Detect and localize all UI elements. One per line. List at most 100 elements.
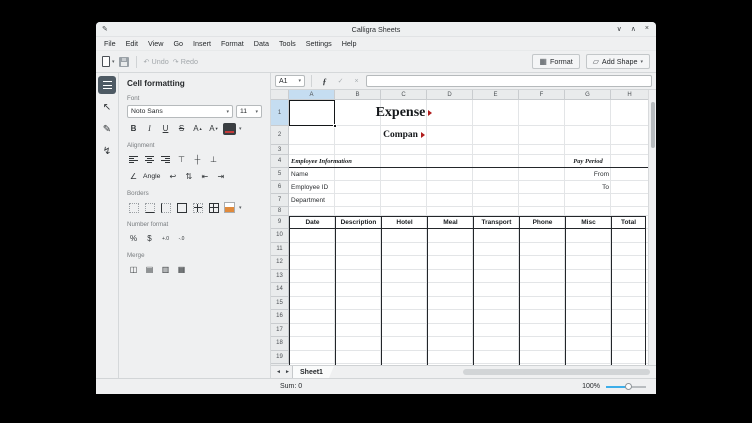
- row-header-3[interactable]: 3: [271, 145, 289, 155]
- dissociate-cells-button[interactable]: ▦: [175, 263, 188, 276]
- italic-button[interactable]: I: [143, 122, 156, 135]
- row-header-12[interactable]: 12: [271, 256, 289, 270]
- column-header-e[interactable]: E: [473, 90, 519, 99]
- font-family-select[interactable]: Noto Sans ▾: [127, 105, 233, 118]
- sheet-row-2[interactable]: Compan: [289, 126, 648, 145]
- cancel-formula-button[interactable]: ×: [350, 75, 363, 88]
- row-header-2[interactable]: 2: [271, 126, 289, 145]
- row-header-16[interactable]: 16: [271, 310, 289, 324]
- border-bottom-button[interactable]: [143, 201, 156, 214]
- strikethrough-button[interactable]: S: [175, 122, 188, 135]
- menu-help[interactable]: Help: [337, 39, 362, 48]
- select-all-corner[interactable]: [271, 90, 289, 99]
- border-color-button[interactable]: [223, 201, 236, 214]
- menu-data[interactable]: Data: [249, 39, 274, 48]
- menu-file[interactable]: File: [99, 39, 121, 48]
- column-header-c[interactable]: C: [381, 90, 427, 99]
- sheet-grid[interactable]: ABCDEFGH 1 2 3 4 5 6 7 8 9 10 11 12 13 14 15 16 17 18 19 E…: [271, 90, 648, 365]
- zoom-slider-handle[interactable]: [624, 383, 632, 390]
- sheet-row-5[interactable]: Name From: [289, 168, 648, 181]
- close-button[interactable]: ×: [645, 25, 649, 33]
- sheet-row-16[interactable]: [289, 310, 648, 324]
- grow-font-button[interactable]: A ▴: [191, 122, 204, 135]
- column-header-h[interactable]: H: [611, 90, 648, 99]
- vertical-text-button[interactable]: ⇅: [182, 170, 195, 183]
- row-header-7[interactable]: 7: [271, 194, 289, 207]
- menu-view[interactable]: View: [143, 39, 168, 48]
- row-header-9[interactable]: 9: [271, 216, 289, 229]
- row-header-19[interactable]: 19: [271, 350, 289, 364]
- insert-function-button[interactable]: ƒ: [318, 75, 331, 88]
- vertical-scrollbar-thumb[interactable]: [650, 102, 655, 148]
- sheet-row-19[interactable]: [289, 351, 648, 364]
- sheet-row-6[interactable]: Employee ID To: [289, 181, 648, 194]
- decrease-precision-button[interactable]: -.0: [175, 232, 188, 245]
- horizontal-scrollbar-thumb[interactable]: [462, 369, 650, 375]
- border-all-button[interactable]: [207, 201, 220, 214]
- next-sheet-button[interactable]: ►: [283, 369, 292, 375]
- sheet-row-4[interactable]: Employee Information Pay Period: [289, 155, 648, 168]
- border-color-dropdown-icon[interactable]: ▾: [239, 205, 242, 211]
- horizontal-scrollbar[interactable]: [334, 366, 656, 378]
- minimize-button[interactable]: ∨: [617, 25, 622, 33]
- menu-settings[interactable]: Settings: [301, 39, 337, 48]
- vertical-scrollbar[interactable]: [648, 90, 656, 365]
- row-header-1[interactable]: 1: [271, 100, 289, 126]
- row-header-13[interactable]: 13: [271, 269, 289, 283]
- column-header-a[interactable]: A: [289, 90, 335, 99]
- selection-handle[interactable]: [332, 123, 337, 128]
- merge-vertical-button[interactable]: ▥: [159, 263, 172, 276]
- connector-tool-button[interactable]: ↯: [98, 142, 116, 160]
- menu-go[interactable]: Go: [168, 39, 188, 48]
- sheet-row-10[interactable]: [289, 229, 648, 243]
- font-color-dropdown-icon[interactable]: ▾: [239, 126, 242, 132]
- maximize-button[interactable]: ∧: [631, 25, 636, 33]
- sheet-tab-sheet1[interactable]: Sheet1: [292, 366, 334, 378]
- sheet-row-14[interactable]: [289, 283, 648, 297]
- align-top-button[interactable]: ⊤: [175, 153, 188, 166]
- align-center-button[interactable]: [143, 153, 156, 166]
- menu-format[interactable]: Format: [216, 39, 249, 48]
- row-header-8[interactable]: 8: [271, 207, 289, 216]
- row-header-18[interactable]: 18: [271, 337, 289, 351]
- cell-reference-box[interactable]: A1 ▾: [275, 75, 305, 87]
- border-outer-button[interactable]: [175, 201, 188, 214]
- sheet-row-7[interactable]: Department: [289, 194, 648, 207]
- previous-sheet-button[interactable]: ◄: [274, 369, 283, 375]
- percent-button[interactable]: %: [127, 232, 140, 245]
- new-document-dropdown-icon[interactable]: ▾: [112, 59, 115, 65]
- apply-formula-button[interactable]: ✓: [334, 75, 347, 88]
- menu-insert[interactable]: Insert: [188, 39, 216, 48]
- sheet-row-18[interactable]: [289, 337, 648, 351]
- bold-button[interactable]: B: [127, 122, 140, 135]
- menu-tools[interactable]: Tools: [274, 39, 301, 48]
- row-header-17[interactable]: 17: [271, 323, 289, 337]
- sheet-row-1[interactable]: Expense: [289, 100, 648, 126]
- redo-button[interactable]: ↷ Redo: [173, 57, 198, 66]
- save-button[interactable]: [118, 56, 129, 67]
- align-left-button[interactable]: [127, 153, 140, 166]
- sheet-row-13[interactable]: [289, 270, 648, 283]
- shrink-font-button[interactable]: A ▾: [207, 122, 220, 135]
- column-header-f[interactable]: F: [519, 90, 565, 99]
- format-button[interactable]: ▦ Format: [532, 54, 580, 69]
- row-header-5[interactable]: 5: [271, 168, 289, 181]
- border-left-button[interactable]: [159, 201, 172, 214]
- font-size-select[interactable]: 11 ▾: [236, 105, 262, 118]
- border-none-button[interactable]: [127, 201, 140, 214]
- sheet-row-3[interactable]: [289, 145, 648, 155]
- column-header-d[interactable]: D: [427, 90, 473, 99]
- grid-rows[interactable]: Expense Compan Employee Information Pay Per…: [289, 100, 648, 365]
- wrap-text-button[interactable]: ↩: [166, 170, 179, 183]
- row-header-11[interactable]: 11: [271, 242, 289, 256]
- title-bar[interactable]: ✎ Calligra Sheets ∨ ∧ ×: [96, 22, 656, 37]
- merge-horizontal-button[interactable]: ▤: [143, 263, 156, 276]
- row-header-6[interactable]: 6: [271, 181, 289, 194]
- angle-button[interactable]: ∠: [127, 170, 140, 183]
- align-middle-button[interactable]: ┼: [191, 153, 204, 166]
- add-shape-button[interactable]: ▱ Add Shape ▾: [585, 54, 650, 69]
- decrease-indent-button[interactable]: ⇤: [198, 170, 211, 183]
- sheet-row-11[interactable]: [289, 243, 648, 256]
- column-header-g[interactable]: G: [565, 90, 611, 99]
- font-color-button[interactable]: [223, 122, 236, 135]
